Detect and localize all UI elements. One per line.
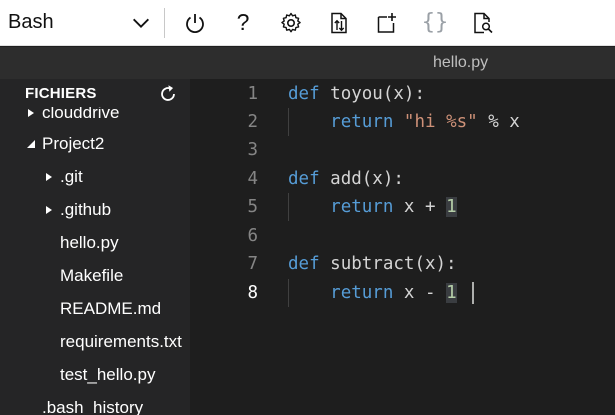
tree-item-bash-history[interactable]: .bash_history — [42, 394, 143, 415]
function-signature: subtract(x): — [330, 254, 457, 274]
help-button[interactable]: ? — [219, 0, 267, 46]
restart-button[interactable] — [171, 0, 219, 46]
line-number: 4 — [247, 169, 258, 189]
shell-label: Bash — [8, 11, 54, 33]
code-line: return x + 1 — [288, 193, 457, 221]
upload-download-file-icon — [331, 12, 347, 33]
number-token: 1 — [446, 283, 457, 303]
power-icon — [186, 13, 204, 33]
line-number: 1 — [247, 84, 258, 104]
caret-right-icon — [42, 203, 56, 217]
tree-item-requirements[interactable]: requirements.txt — [60, 328, 182, 356]
code-line: def subtract(x): — [288, 250, 457, 278]
line-number: 5 — [247, 197, 258, 217]
tree-item-hello-py[interactable]: hello.py — [60, 229, 119, 257]
tree-item-test-hello-py[interactable]: test_hello.py — [60, 361, 155, 389]
keyword-token: def — [288, 169, 320, 189]
line-number: 3 — [247, 140, 258, 160]
tree-item-readme[interactable]: README.md — [60, 295, 161, 323]
file-explorer: clouddrive FICHIERS Project2 .git .githu… — [0, 79, 190, 415]
editor-tab-strip: hello.py — [0, 47, 615, 79]
help-icon: ? — [236, 9, 250, 35]
new-file-icon — [377, 12, 396, 33]
tree-item-project2[interactable]: Project2 — [24, 130, 104, 158]
code-line: def add(x): — [288, 165, 404, 193]
keyword-token: def — [288, 254, 320, 274]
code-line-active: return x - 1 — [288, 279, 457, 307]
shell-selector[interactable]: Bash — [0, 0, 160, 46]
settings-button[interactable] — [267, 0, 315, 46]
keyword-token: return — [330, 283, 394, 303]
number-token: 1 — [446, 197, 457, 217]
tab-hello-py[interactable]: hello.py — [420, 47, 615, 79]
braces-icon: {} — [421, 10, 449, 35]
code-editor[interactable]: 1 2 3 4 5 6 7 8 def toyou(x): return "hi… — [190, 79, 615, 415]
tree-item-github[interactable]: .github — [42, 196, 111, 224]
sidebar-header: FICHIERS — [0, 79, 190, 107]
function-signature: toyou(x): — [330, 84, 425, 104]
line-number: 6 — [247, 226, 258, 246]
gear-icon — [281, 12, 301, 32]
line-number-active: 8 — [247, 283, 258, 303]
line-number: 2 — [247, 112, 258, 132]
tree-item-makefile[interactable]: Makefile — [60, 262, 123, 290]
caret-right-icon — [24, 106, 38, 120]
sidebar-title: FICHIERS — [25, 84, 97, 102]
keyword-token: def — [288, 84, 320, 104]
code-text: % x — [477, 112, 520, 132]
caret-down-icon — [24, 137, 38, 151]
toolbar: Bash ? {} — [0, 0, 615, 46]
line-number: 7 — [247, 254, 258, 274]
keyword-token: return — [330, 197, 394, 217]
file-search-icon — [474, 12, 493, 33]
code-text: x + — [393, 197, 447, 217]
tab-label: hello.py — [433, 54, 489, 71]
code-text: x - — [393, 283, 447, 303]
new-file-button[interactable] — [363, 0, 411, 46]
function-signature: add(x): — [330, 169, 404, 189]
file-search-button[interactable] — [459, 0, 507, 46]
upload-download-button[interactable] — [315, 0, 363, 46]
chevron-down-icon — [133, 18, 149, 28]
refresh-icon[interactable] — [157, 83, 179, 105]
keyword-token: return — [330, 112, 394, 132]
braces-button[interactable]: {} — [411, 0, 459, 46]
code-line: def toyou(x): — [288, 80, 425, 108]
string-token: "hi %s" — [403, 112, 478, 132]
code-line: return "hi %s" % x — [288, 108, 520, 136]
toolbar-divider — [164, 7, 165, 38]
tree-item-git[interactable]: .git — [42, 163, 83, 191]
text-cursor — [472, 282, 474, 304]
caret-right-icon — [42, 170, 56, 184]
